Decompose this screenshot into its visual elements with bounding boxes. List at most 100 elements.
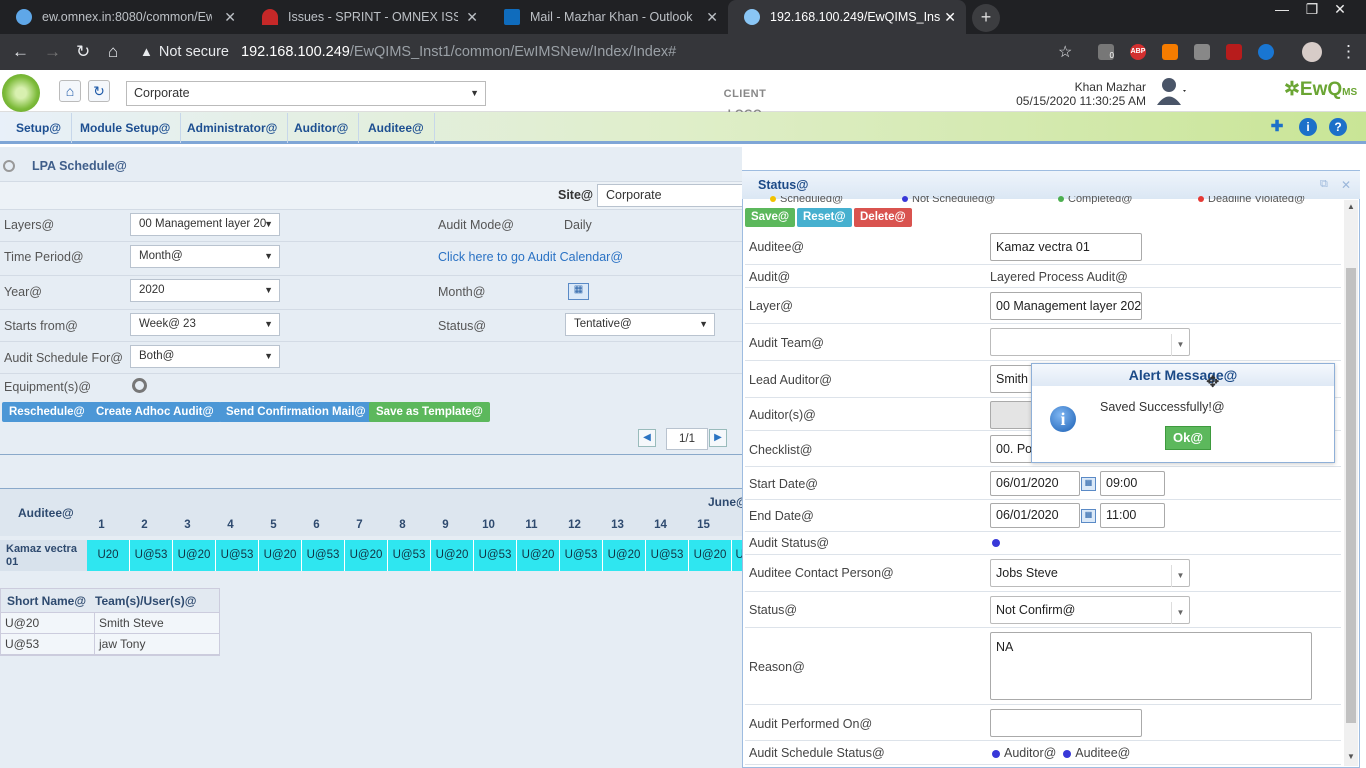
star-icon[interactable]: ☆	[1058, 42, 1072, 62]
browser-tab-active[interactable]: 192.168.100.249/EwQIMS_Inst1/c ✕	[728, 0, 966, 34]
scroll-down-icon[interactable]: ▼	[1347, 752, 1355, 761]
forward-icon[interactable]: →	[44, 42, 61, 62]
calendar-icon[interactable]: ▦	[1081, 509, 1096, 523]
info-icon[interactable]: i	[1299, 118, 1317, 136]
delete-button[interactable]: Delete@	[854, 208, 912, 227]
layers-select[interactable]: 00 Management layer 20 ▼	[130, 213, 280, 236]
back-icon[interactable]: ←	[12, 42, 29, 62]
close-icon[interactable]: ✕	[1341, 178, 1351, 192]
scrollbar-thumb[interactable]	[1346, 268, 1356, 723]
menu-auditee[interactable]: Auditee@	[358, 113, 435, 143]
day-header: 14	[654, 519, 667, 531]
schedule-cell[interactable]: U@53	[216, 540, 259, 571]
next-page-icon[interactable]: ▶	[709, 429, 727, 447]
close-icon[interactable]: ✕	[466, 9, 478, 26]
extension-icon[interactable]	[1194, 44, 1210, 60]
new-tab-button[interactable]: +	[972, 4, 1000, 32]
day-header: 12	[568, 519, 581, 531]
audit-team-select[interactable]: ▼	[990, 328, 1190, 356]
close-icon[interactable]: ✕	[706, 9, 718, 26]
reload-icon[interactable]: ↻	[76, 42, 90, 62]
calendar-icon[interactable]: ▦	[1081, 477, 1096, 491]
menu-module-setup[interactable]: Module Setup@	[70, 113, 182, 143]
calendar-icon[interactable]: ▦	[568, 283, 589, 300]
send-confirmation-mail-button[interactable]: Send Confirmation Mail@	[219, 402, 373, 422]
schedule-cell[interactable]: U@20	[173, 540, 216, 571]
window-close-icon[interactable]: ✕	[1324, 0, 1356, 18]
chevron-down-icon: ▼	[264, 319, 273, 329]
schedule-cell[interactable]: U@20	[517, 540, 560, 571]
create-adhoc-audit-button[interactable]: Create Adhoc Audit@	[89, 402, 221, 422]
end-time-field[interactable]: 11:00	[1100, 503, 1165, 528]
time-period-select[interactable]: Month@ ▼	[130, 245, 280, 268]
schedule-cell[interactable]: U@20	[603, 540, 646, 571]
contact-person-select[interactable]: Jobs Steve ▼	[990, 559, 1190, 587]
save-as-template-button[interactable]: Save as Template@	[369, 402, 490, 422]
user-avatar-icon[interactable]	[1156, 76, 1186, 106]
chevron-down-icon: ▼	[264, 285, 273, 295]
audit-calendar-link[interactable]: Click here to go Audit Calendar@	[438, 250, 623, 264]
schedule-status: Auditor@ Auditee@	[992, 746, 1130, 760]
save-button[interactable]: Save@	[745, 208, 796, 227]
pdf-icon[interactable]	[1226, 44, 1242, 60]
reset-button[interactable]: Reset@	[797, 208, 852, 227]
browser-tab[interactable]: Mail - Mazhar Khan - Outlook ✕	[488, 0, 728, 34]
menu-administrator[interactable]: Administrator@	[177, 113, 289, 143]
start-date-field[interactable]: 06/01/2020	[990, 471, 1080, 496]
browser-tab[interactable]: Issues - SPRINT - OMNEX ISSUE ✕	[246, 0, 488, 34]
schedule-for-select[interactable]: Both@ ▼	[130, 345, 280, 368]
profile-avatar[interactable]	[1302, 42, 1322, 62]
site-field[interactable]: Corporate	[597, 184, 742, 207]
schedule-cell[interactable]: U@53	[388, 540, 431, 571]
menu-setup[interactable]: Setup@	[6, 113, 73, 143]
schedule-cell[interactable]: U@53	[474, 540, 517, 571]
close-icon[interactable]: ✕	[224, 9, 236, 26]
schedule-cell[interactable]: U20	[87, 540, 130, 571]
browser-tab[interactable]: ew.omnex.in:8080/common/EwIM ✕	[0, 0, 246, 34]
extension-icon[interactable]	[1162, 44, 1178, 60]
schedule-cell[interactable]: U@20	[689, 540, 732, 571]
current-datetime: 05/15/2020 11:30:25 AM	[1016, 94, 1146, 108]
gear-icon[interactable]	[132, 378, 147, 393]
start-time-field[interactable]: 09:00	[1100, 471, 1165, 496]
organization-select[interactable]: Corporate ▼	[126, 81, 486, 106]
pin-icon[interactable]: ✚	[1268, 118, 1286, 136]
home-icon[interactable]: ⌂	[59, 80, 81, 102]
globe-icon	[744, 9, 760, 25]
extension-icon[interactable]	[1258, 44, 1274, 60]
issues-icon	[262, 9, 278, 25]
performed-on-field[interactable]	[990, 709, 1142, 737]
ok-button[interactable]: Ok@	[1165, 426, 1211, 450]
layer-field[interactable]: 00 Management layer 2020	[990, 292, 1142, 320]
close-icon[interactable]: ✕	[944, 9, 956, 26]
adblock-icon[interactable]: ABP	[1130, 44, 1146, 60]
scroll-up-icon[interactable]: ▲	[1347, 202, 1355, 211]
help-icon[interactable]: ?	[1329, 118, 1347, 136]
schedule-cell[interactable]: U@53	[560, 540, 603, 571]
refresh-icon[interactable]: ↻	[88, 80, 110, 102]
status-select[interactable]: Tentative@ ▼	[565, 313, 715, 336]
schedule-cell[interactable]: U@53	[130, 540, 173, 571]
url-field[interactable]: ▲ Not secure 192.168.100.249/EwQIMS_Inst1/…	[140, 40, 1090, 64]
extension-icon[interactable]: 0	[1098, 44, 1114, 60]
schedule-cell[interactable]: U@53	[646, 540, 689, 571]
end-date-field[interactable]: 06/01/2020	[990, 503, 1080, 528]
schedule-cell[interactable]: U@53	[302, 540, 345, 571]
minimize-icon[interactable]: —	[1266, 0, 1298, 18]
schedule-cell[interactable]: U@20	[431, 540, 474, 571]
starts-from-select[interactable]: Week@ 23 ▼	[130, 313, 280, 336]
reschedule-button[interactable]: Reschedule@	[2, 402, 92, 422]
reason-textarea[interactable]: NA	[990, 632, 1312, 700]
menu-auditor[interactable]: Auditor@	[284, 113, 360, 143]
prev-page-icon[interactable]: ◀	[638, 429, 656, 447]
schedule-cell[interactable]: U@20	[345, 540, 388, 571]
ewqims-logo: ✲EwQMS	[1284, 79, 1358, 100]
schedule-cell[interactable]: U@20	[259, 540, 302, 571]
home-icon[interactable]: ⌂	[108, 42, 118, 62]
info-icon: i	[1050, 406, 1076, 432]
year-select[interactable]: 2020 ▼	[130, 279, 280, 302]
menu-dots-icon[interactable]: ⋮	[1340, 42, 1357, 62]
auditee-field[interactable]: Kamaz vectra 01	[990, 233, 1142, 261]
confirm-status-select[interactable]: Not Confirm@ ▼	[990, 596, 1190, 624]
popout-icon[interactable]: ⧉	[1320, 178, 1328, 191]
